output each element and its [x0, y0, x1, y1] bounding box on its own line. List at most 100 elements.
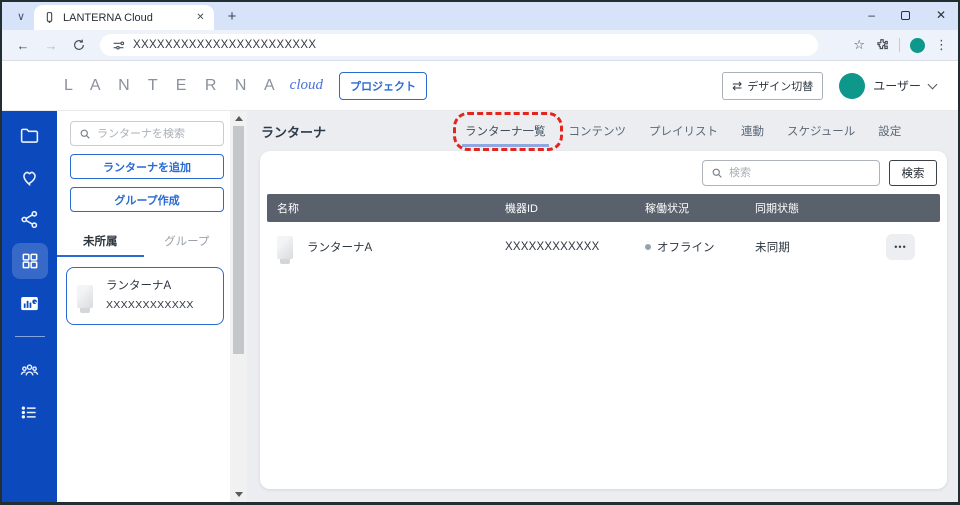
rail-divider — [14, 336, 45, 337]
tab-schedule[interactable]: スケジュール — [787, 123, 855, 139]
row-sync-state: 未同期 — [755, 242, 791, 254]
row-status-cell: オフライン — [645, 239, 755, 255]
search-icon — [80, 129, 90, 139]
browser-profile-avatar[interactable] — [910, 37, 925, 53]
new-tab-button[interactable]: + — [220, 4, 244, 28]
browser-tab-strip: ∨ LANTERNA Cloud ✕ + – ✕ — [2, 2, 958, 30]
analytics-icon — [21, 296, 38, 310]
bookmark-star-icon[interactable]: ☆ — [853, 37, 865, 53]
create-group-button[interactable]: グループ作成 — [70, 187, 224, 212]
panel-tabs: 未所属 グループ — [57, 226, 230, 257]
user-avatar[interactable] — [839, 72, 866, 99]
table-toolbar: 検索 — [260, 151, 947, 194]
browser-toolbar: ← → XXXXXXXXXXXXXXXXXXXXXXX ☆ ⋮ — [2, 30, 958, 61]
tab-device-list[interactable]: ランターナ一覧 — [465, 126, 546, 138]
sidebar-item-log[interactable] — [19, 401, 41, 423]
share-icon — [21, 210, 38, 228]
reload-icon — [74, 39, 84, 50]
ellipsis-icon: ••• — [894, 242, 907, 252]
row-device-name: ランターナA — [307, 242, 373, 254]
sidebar-item-users[interactable] — [19, 359, 41, 381]
design-switch-label: デザイン切替 — [747, 80, 814, 93]
sidebar-item-share[interactable] — [19, 208, 41, 230]
scroll-up-icon[interactable] — [230, 116, 247, 121]
main-content: ランターナ ランターナ一覧 コンテンツ プレイリスト 連動 スケジュール 設定 — [247, 111, 958, 502]
site-favicon-icon — [43, 11, 56, 24]
heart-icon — [23, 171, 36, 186]
window-controls: – ✕ — [868, 2, 952, 28]
close-button[interactable]: ✕ — [936, 9, 946, 21]
column-sync: 同期状態 — [755, 203, 799, 215]
folder-icon — [20, 128, 39, 143]
list-icon — [21, 405, 36, 419]
device-panel: ランターナを追加 グループ作成 未所属 グループ ランターナA XXXXXXXX… — [57, 111, 230, 502]
browser-window: ∨ LANTERNA Cloud ✕ + – ✕ ← → XXXXXXXXXXX… — [0, 0, 960, 505]
device-id: XXXXXXXXXXXX — [106, 299, 194, 311]
table-row[interactable]: ランターナA XXXXXXXXXXXX オフライン 未同期 ••• — [267, 222, 940, 272]
browser-tab[interactable]: LANTERNA Cloud ✕ — [34, 5, 214, 30]
icon-rail — [2, 111, 57, 502]
tab-close-icon[interactable]: ✕ — [193, 10, 208, 25]
maximize-button[interactable] — [900, 10, 910, 20]
sidebar-item-folder[interactable] — [19, 124, 41, 146]
tab-link[interactable]: 連動 — [741, 123, 764, 139]
device-search-box — [70, 121, 224, 146]
scroll-down-icon[interactable] — [230, 492, 247, 497]
tab-group[interactable]: グループ — [144, 226, 231, 257]
row-menu-button[interactable]: ••• — [886, 234, 915, 260]
device-table-card: 検索 名称 機器ID 稼働状況 同期状態 ランターナA XXXXXXXXXXXX — [260, 151, 947, 489]
page-title: ランターナ — [261, 124, 327, 140]
url-text[interactable]: XXXXXXXXXXXXXXXXXXXXXXX — [133, 39, 316, 51]
panel-scrollbar[interactable] — [230, 111, 247, 502]
tab-unassigned[interactable]: 未所属 — [57, 226, 144, 257]
toolbar-right: ☆ ⋮ — [853, 37, 948, 53]
offline-status-dot-icon — [645, 244, 651, 250]
row-status: オフライン — [657, 242, 715, 254]
tab-playlist[interactable]: プレイリスト — [649, 123, 718, 139]
sidebar-item-devices-active[interactable] — [11, 243, 48, 279]
device-list-item[interactable]: ランターナA XXXXXXXXXXXX — [66, 267, 224, 325]
back-button[interactable]: ← — [12, 34, 34, 56]
row-name-cell: ランターナA — [277, 235, 505, 264]
toolbar-divider — [899, 38, 900, 52]
app-header: L A N T E R N A cloud プロジェクト ⇄ デザイン切替 ユー… — [2, 61, 958, 111]
tab-search-button[interactable]: ∨ — [8, 5, 34, 27]
tab-contents[interactable]: コンテンツ — [569, 123, 627, 139]
extensions-icon[interactable] — [875, 38, 889, 52]
app-logo: L A N T E R N A — [64, 76, 282, 94]
lantern-device-icon — [277, 235, 293, 264]
device-info: ランターナA XXXXXXXXXXXX — [106, 277, 194, 315]
minimize-button[interactable]: – — [868, 9, 875, 21]
lantern-device-icon — [77, 284, 93, 313]
browser-menu-icon[interactable]: ⋮ — [935, 37, 948, 53]
add-device-button[interactable]: ランターナを追加 — [70, 154, 224, 179]
project-button[interactable]: プロジェクト — [338, 71, 427, 100]
device-search-input[interactable] — [97, 127, 215, 140]
table-search-input[interactable] — [729, 167, 871, 179]
column-name: 名称 — [277, 203, 299, 215]
app-logo-cloud: cloud — [289, 77, 323, 93]
table-header: 名称 機器ID 稼働状況 同期状態 — [267, 194, 940, 222]
swap-icon: ⇄ — [732, 78, 743, 93]
sidebar-item-analytics[interactable] — [19, 292, 41, 314]
reload-button[interactable] — [68, 34, 90, 56]
tab-settings[interactable]: 設定 — [878, 123, 901, 139]
tab-device-list-wrap: ランターナ一覧 — [453, 112, 563, 151]
forward-button[interactable]: → — [40, 34, 62, 56]
maximize-icon — [900, 10, 910, 20]
device-name: ランターナA — [106, 280, 172, 292]
user-chevron-down-icon[interactable] — [927, 79, 938, 89]
tab-title: LANTERNA Cloud — [63, 11, 153, 24]
search-button[interactable]: 検索 — [889, 160, 937, 186]
row-device-id: XXXXXXXXXXXX — [505, 241, 600, 253]
sidebar-item-favorites[interactable] — [19, 166, 41, 188]
address-bar[interactable]: XXXXXXXXXXXXXXXXXXXXXXX — [100, 34, 818, 56]
table-search-box — [702, 160, 880, 186]
column-device-id: 機器ID — [505, 203, 538, 215]
design-switch-button[interactable]: ⇄ デザイン切替 — [722, 71, 824, 100]
user-menu-label[interactable]: ユーザー — [873, 77, 921, 94]
people-icon — [20, 363, 39, 375]
active-tab-underline — [462, 144, 549, 147]
scrollbar-thumb[interactable] — [233, 126, 244, 354]
site-settings-icon[interactable] — [112, 39, 125, 52]
